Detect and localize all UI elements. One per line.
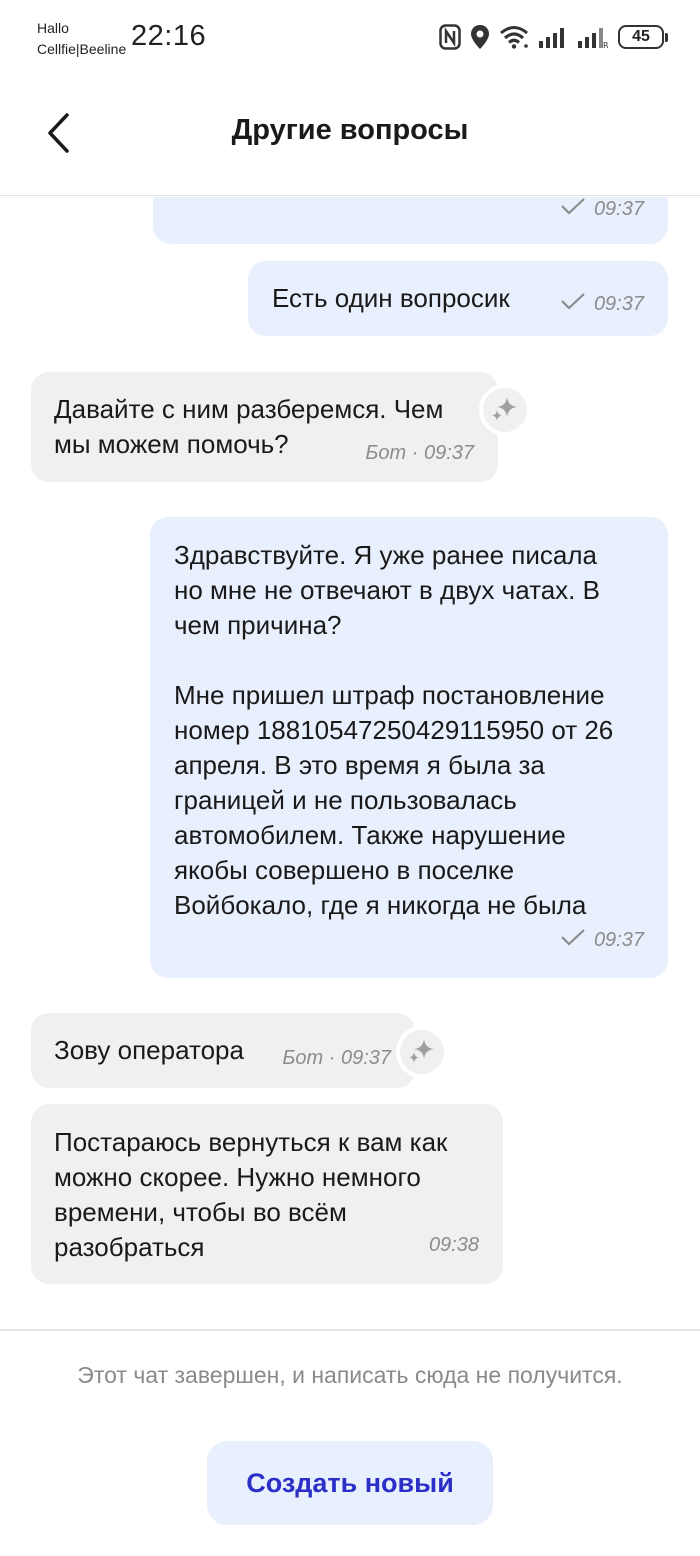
battery-level: 45 <box>632 28 650 45</box>
svg-text:R: R <box>603 41 609 48</box>
message-time: 09:37 <box>593 293 644 315</box>
message-time: 09:37 <box>593 929 644 951</box>
message-incoming: Постараюсь вернуться к вам как можно ско… <box>31 1104 503 1284</box>
bot-avatar <box>479 384 531 436</box>
message-outgoing: Есть один вопросик 09:37 <box>248 261 668 336</box>
message-meta: 09:37 <box>560 197 644 227</box>
message-meta: 09:37 <box>560 287 644 322</box>
nfc-icon <box>439 24 461 50</box>
page-title: Другие вопросы <box>231 114 469 146</box>
create-new-chat-button[interactable]: Создать новый <box>207 1441 493 1525</box>
signal-roaming-icon: R <box>577 26 609 48</box>
wifi-icon <box>499 25 529 49</box>
message-text: Есть один вопросик <box>272 283 510 313</box>
divider <box>0 1329 700 1331</box>
message-meta: Бот · 09:37 <box>282 1047 391 1069</box>
chat-messages: 09:37 Есть один вопросик 09:37 Давайте с… <box>0 197 700 1329</box>
message-time: 09:37 <box>593 198 644 220</box>
check-icon <box>560 287 586 322</box>
message-text: Постараюсь вернуться к вам как можно ско… <box>54 1127 448 1262</box>
check-icon <box>560 197 586 227</box>
chat-closed-note: Этот чат завершен, и написать сюда не по… <box>77 1362 623 1388</box>
check-icon <box>560 923 586 958</box>
carrier-line-2: Cellfie|Beeline <box>37 41 127 57</box>
carrier-line-1: Hallo <box>37 20 69 36</box>
signal-icon <box>538 26 568 48</box>
message-text: Здравствуйте. Я уже ранее писала но мне … <box>174 540 614 920</box>
message-meta: 09:38 <box>428 1234 479 1256</box>
location-icon <box>470 24 490 50</box>
message-outgoing: Здравствуйте. Я уже ранее писала но мне … <box>150 517 668 978</box>
message-incoming: Давайте с ним разберемся. Чем мы можем п… <box>31 372 498 482</box>
status-bar: Hallo Cellfie|Beeline 22:16 R 45 <box>0 0 700 78</box>
sparkle-icon <box>490 393 520 428</box>
sparkle-icon <box>407 1035 437 1070</box>
message-incoming: Зову оператора Бот · 09:37 <box>31 1013 415 1088</box>
bot-avatar <box>396 1026 448 1078</box>
chat-header: Другие вопросы <box>0 78 700 196</box>
message-text: Зову оператора <box>54 1035 244 1065</box>
message-meta: Бот · 09:37 <box>365 442 474 464</box>
status-icons: R 45 <box>439 22 668 52</box>
message-meta: 09:37 <box>560 923 644 958</box>
message-outgoing: 09:37 <box>153 197 668 244</box>
carrier-label: Hallo Cellfie|Beeline <box>37 18 126 60</box>
status-clock: 22:16 <box>131 20 207 52</box>
battery-icon: 45 <box>618 25 668 49</box>
